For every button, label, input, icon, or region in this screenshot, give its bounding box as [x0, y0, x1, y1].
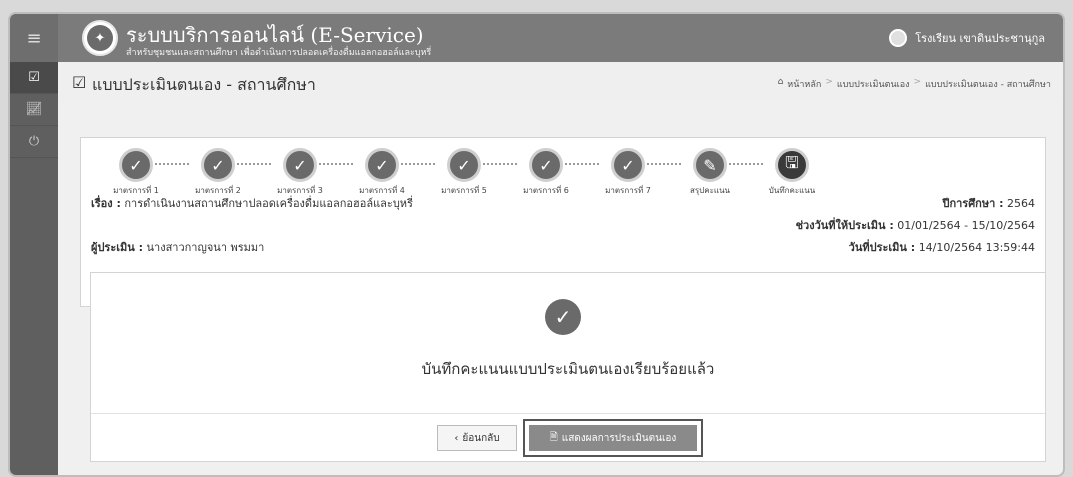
- back-button-label: ย้อนกลับ: [462, 432, 500, 444]
- date-label: วันที่ประเมิน :: [848, 241, 916, 254]
- line-chart-icon[interactable]: 📈︎: [10, 94, 58, 126]
- hamburger-icon[interactable]: ≡: [10, 14, 58, 62]
- subject-row: เรื่อง : การดำเนินงานสถานศึกษาปลอดเครื่อ…: [91, 194, 413, 212]
- step-summary[interactable]: ✎ สรุปคะแนน: [675, 148, 745, 197]
- breadcrumb-separator: >: [825, 77, 833, 87]
- check-square-icon[interactable]: ☑: [10, 62, 58, 94]
- period-row: ช่วงวันที่ให้ประเมิน : 01/01/2564 - 15/1…: [796, 216, 1035, 234]
- edit-icon: ✎: [693, 148, 727, 182]
- step-5[interactable]: ✓ มาตรการที่ 5: [429, 148, 499, 197]
- subject-value: การดำเนินงานสถานศึกษาปลอดเครื่องดื่มแอลก…: [124, 197, 413, 210]
- step-7[interactable]: ✓ มาตรการที่ 7: [593, 148, 663, 197]
- step-2[interactable]: ✓ มาตรการที่ 2: [183, 148, 253, 197]
- check-icon: ✓: [529, 148, 563, 182]
- document-icon: 🗎: [549, 431, 558, 443]
- show-result-button[interactable]: 🗎 แสดงผลการประเมินตนเอง: [529, 425, 697, 451]
- check-icon: ✓: [119, 148, 153, 182]
- back-button[interactable]: ‹ ย้อนกลับ: [437, 425, 517, 451]
- home-icon: ⌂: [777, 77, 784, 87]
- check-icon: ✓: [365, 148, 399, 182]
- breadcrumb-current: แบบประเมินตนเอง - สถานศึกษา: [925, 80, 1051, 90]
- step-4[interactable]: ✓ มาตรการที่ 4: [347, 148, 417, 197]
- breadcrumb-home[interactable]: หน้าหลัก: [787, 77, 821, 91]
- step-label: บันทึกคะแนน: [768, 186, 816, 195]
- year-row: ปีการศึกษา : 2564: [942, 194, 1035, 212]
- period-label: ช่วงวันที่ให้ประเมิน :: [795, 219, 894, 232]
- page-title: แบบประเมินตนเอง - สถานศึกษา: [92, 75, 316, 94]
- assessor-value: นางสาวกาญจนา พรมมา: [146, 241, 265, 254]
- step-label: สรุปคะแนน: [690, 186, 730, 195]
- user-name: โรงเรียน เขาดินประชานุกูล: [915, 32, 1045, 45]
- avatar: [889, 29, 908, 47]
- breadcrumb-separator: >: [913, 77, 922, 87]
- date-value: 14/10/2564 13:59:44: [918, 241, 1035, 254]
- period-value: 01/01/2564 - 15/10/2564: [897, 219, 1035, 232]
- sidebar: ☑ 📈︎ ⏻: [10, 62, 58, 475]
- save-icon: 🖫: [775, 148, 809, 182]
- step-6[interactable]: ✓ มาตรการที่ 6: [511, 148, 581, 197]
- page-heading: ☑ แบบประเมินตนเอง - สถานศึกษา ⌂ หน้าหลัก…: [58, 62, 1063, 102]
- chevron-left-icon: ‹: [454, 432, 459, 444]
- year-value: 2564: [1007, 197, 1035, 210]
- step-1[interactable]: ✓ มาตรการที่ 1: [101, 148, 171, 197]
- check-square-icon: ☑: [72, 73, 87, 92]
- success-check-icon: ✓: [545, 299, 581, 335]
- check-icon: ✓: [447, 148, 481, 182]
- user-menu[interactable]: โรงเรียน เขาดินประชานุกูล: [889, 29, 1045, 47]
- year-label: ปีการศึกษา :: [942, 197, 1004, 210]
- show-result-label: แสดงผลการประเมินตนเอง: [561, 432, 677, 444]
- divider: [91, 413, 1045, 414]
- subject-label: เรื่อง :: [91, 197, 121, 210]
- breadcrumb-assessment[interactable]: แบบประเมินตนเอง: [837, 77, 910, 91]
- logo-emblem-icon: ✦: [87, 25, 113, 51]
- check-icon: ✓: [611, 148, 645, 182]
- top-bar: ≡ ✦ ระบบบริการออนไลน์ (E-Service) สำหรับ…: [10, 14, 1063, 62]
- logo: ✦: [82, 20, 118, 56]
- result-card: ✓ บันทึกคะแนนแบบประเมินตนเองเรียบร้อยแล้…: [90, 272, 1046, 462]
- step-3[interactable]: ✓ มาตรการที่ 3: [265, 148, 335, 197]
- step-label: มาตรการที่ 5: [441, 186, 487, 195]
- step-label: มาตรการที่ 7: [605, 186, 651, 195]
- breadcrumb: ⌂ หน้าหลัก > แบบประเมินตนเอง > แบบประเมิ…: [778, 77, 1051, 91]
- date-row: วันที่ประเมิน : 14/10/2564 13:59:44: [849, 238, 1035, 256]
- app-subtitle: สำหรับชุมชนและสถานศึกษา เพื่อดำเนินการปล…: [126, 48, 432, 58]
- assessor-label: ผู้ประเมิน :: [91, 241, 144, 254]
- success-message: บันทึกคะแนนแบบประเมินตนเองเรียบร้อยแล้ว: [421, 360, 715, 378]
- step-label: มาตรการที่ 6: [523, 186, 569, 195]
- assessor-row: ผู้ประเมิน : นางสาวกาญจนา พรมมา: [91, 238, 264, 256]
- step-save[interactable]: 🖫 บันทึกคะแนน: [757, 148, 827, 197]
- check-icon: ✓: [201, 148, 235, 182]
- power-icon[interactable]: ⏻: [10, 126, 58, 158]
- check-icon: ✓: [283, 148, 317, 182]
